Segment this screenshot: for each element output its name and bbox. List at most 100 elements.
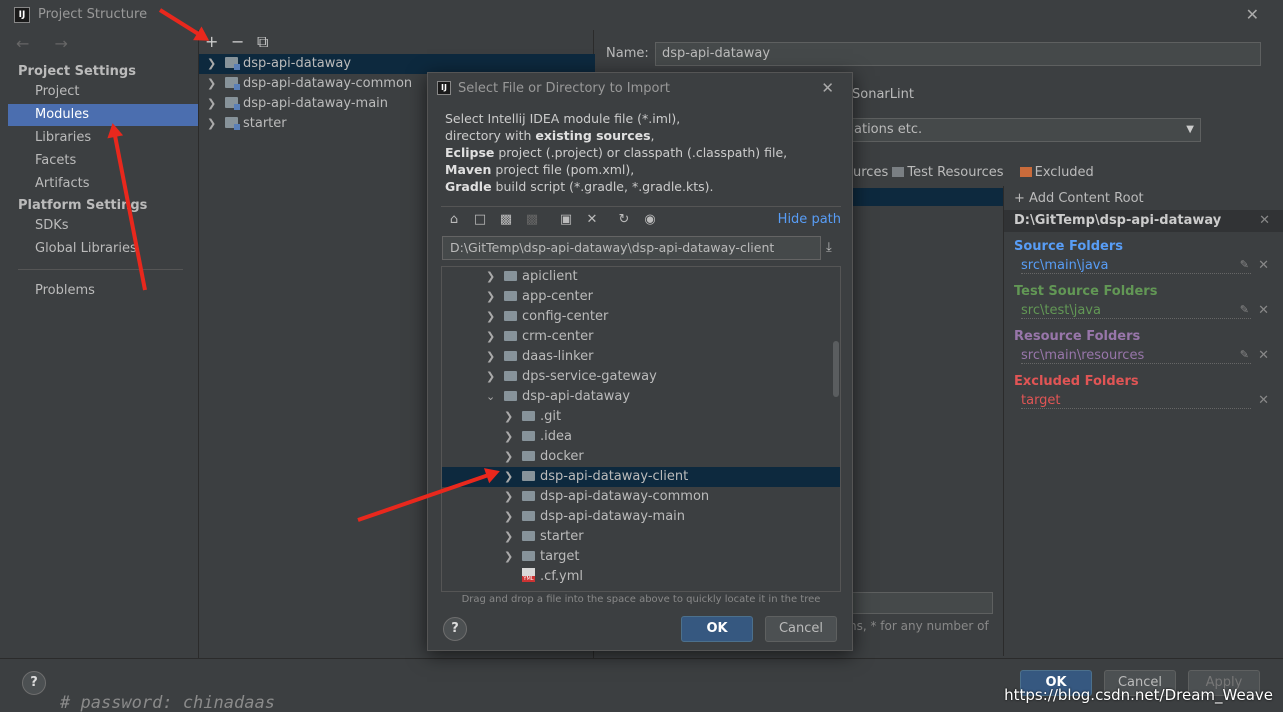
remove-module-icon[interactable]: − <box>231 32 257 51</box>
sidebar-item-project[interactable]: Project <box>8 81 198 103</box>
mark-excluded-button[interactable]: Excluded <box>1035 165 1094 180</box>
dialog-cancel-button[interactable]: Cancel <box>765 616 837 642</box>
chevron-right-icon[interactable]: ❯ <box>504 447 522 467</box>
desktop-icon[interactable]: □ <box>471 212 489 228</box>
mark-sources-label[interactable]: urces <box>853 165 888 180</box>
tree-row[interactable]: ❯ daas-linker <box>442 347 840 367</box>
title-bar: IJ Project Structure ✕ <box>0 0 1283 30</box>
close-icon[interactable]: ✕ <box>821 79 834 97</box>
add-content-root-button[interactable]: + Add Content Root <box>1014 191 1144 206</box>
description-bold: Gradle <box>445 179 492 194</box>
tree-row[interactable]: ❯ docker <box>442 447 840 467</box>
new-folder-icon[interactable]: ▣ <box>557 212 575 228</box>
sidebar-item-libraries[interactable]: Libraries <box>8 127 198 149</box>
tree-row[interactable]: ❯ dps-service-gateway <box>442 367 840 387</box>
chevron-right-icon[interactable]: ❯ <box>504 467 522 487</box>
sidebar-item-facets[interactable]: Facets <box>8 150 198 172</box>
sidebar-item-problems[interactable]: Problems <box>8 280 198 302</box>
chevron-right-icon[interactable]: ❯ <box>207 54 225 74</box>
module-name: dsp-api-dataway <box>243 56 352 71</box>
folder-icon <box>522 491 535 501</box>
tree-row[interactable]: ❯ dsp-api-dataway-common <box>442 487 840 507</box>
sidebar-item-sdks[interactable]: SDKs <box>8 215 198 237</box>
tree-row[interactable]: .cf.yml <box>442 567 840 587</box>
chevron-right-icon[interactable]: ❯ <box>486 327 504 347</box>
folder-icon <box>504 391 517 401</box>
edit-icon[interactable]: ✎ <box>1240 303 1249 316</box>
chevron-down-icon[interactable]: ⌄ <box>486 387 504 407</box>
chevron-right-icon[interactable]: ❯ <box>207 114 225 134</box>
dialog-help-button[interactable]: ? <box>443 617 467 641</box>
sidebar-item-modules[interactable]: Modules <box>8 104 198 126</box>
module-name: dsp-api-dataway-main <box>243 96 389 111</box>
sidebar-item-artifacts[interactable]: Artifacts <box>8 173 198 195</box>
chevron-right-icon[interactable]: ❯ <box>486 367 504 387</box>
chevron-right-icon[interactable]: ❯ <box>486 307 504 327</box>
module-row[interactable]: ❯ dsp-api-dataway <box>199 54 595 74</box>
hide-path-link[interactable]: Hide path <box>778 212 841 227</box>
description-line: Select Intellij IDEA module file (*.iml)… <box>445 111 681 126</box>
remove-root-icon[interactable]: ✕ <box>1259 210 1270 232</box>
edit-icon[interactable]: ✎ <box>1240 348 1249 361</box>
delete-icon[interactable]: ✕ <box>583 212 601 228</box>
description-text: project file (pom.xml), <box>491 162 635 177</box>
show-hidden-icon[interactable]: ◉ <box>641 212 659 228</box>
edit-icon[interactable]: ✎ <box>1240 258 1249 271</box>
module-name-input[interactable]: dsp-api-dataway <box>655 42 1261 66</box>
chevron-right-icon[interactable]: ❯ <box>504 527 522 547</box>
mark-test-resources-button[interactable]: Test Resources <box>907 165 1003 180</box>
tree-row[interactable]: ❯ apiclient <box>442 267 840 287</box>
tree-row[interactable]: ❯ config-center <box>442 307 840 327</box>
chevron-right-icon[interactable]: ❯ <box>486 347 504 367</box>
home-icon[interactable]: ⌂ <box>445 212 463 228</box>
remove-folder-icon[interactable]: ✕ <box>1258 393 1269 408</box>
tree-row[interactable]: ❯ .git <box>442 407 840 427</box>
chevron-right-icon[interactable]: ❯ <box>504 507 522 527</box>
excluded-folder-path: target <box>1021 393 1251 409</box>
chevron-right-icon[interactable]: ❯ <box>207 74 225 94</box>
sidebar-item-global-libraries[interactable]: Global Libraries <box>8 238 198 260</box>
chevron-right-icon[interactable]: ❯ <box>504 407 522 427</box>
chevron-right-icon[interactable]: ❯ <box>504 427 522 447</box>
chevron-right-icon[interactable]: ❯ <box>486 267 504 287</box>
content-tree-selection[interactable] <box>849 188 1003 206</box>
tree-scrollbar[interactable] <box>833 341 839 397</box>
chevron-right-icon[interactable]: ❯ <box>504 547 522 567</box>
help-button[interactable]: ? <box>22 671 46 695</box>
back-forward-arrows[interactable]: ← → <box>16 34 78 53</box>
resource-folders-header: Resource Folders <box>1014 329 1141 344</box>
project-folder-icon[interactable]: ▩ <box>497 212 515 228</box>
tree-row[interactable]: ❯ .idea <box>442 427 840 447</box>
refresh-icon[interactable]: ↻ <box>615 212 633 228</box>
tree-row[interactable]: ❯ starter <box>442 527 840 547</box>
module-folder-icon <box>225 97 240 110</box>
tree-row[interactable]: ❯ crm-center <box>442 327 840 347</box>
chevron-right-icon[interactable]: ❯ <box>486 287 504 307</box>
project-structure-window: IJ Project Structure ✕ ← → Project Setti… <box>0 0 1283 712</box>
folder-icon <box>522 551 535 561</box>
copy-module-icon[interactable]: ⧉ <box>257 32 283 52</box>
tree-row[interactable]: ❯ target <box>442 547 840 567</box>
remove-folder-icon[interactable]: ✕ <box>1258 348 1269 363</box>
chevron-right-icon[interactable]: ❯ <box>504 487 522 507</box>
download-icon[interactable]: ⤓ <box>826 240 832 255</box>
file-chooser-toolbar: ⌂ □ ▩ ▩ ▣ ✕ ↻ ◉ Hide path <box>441 206 841 232</box>
chevron-right-icon[interactable]: ❯ <box>207 94 225 114</box>
tree-row[interactable]: ❯ dsp-api-dataway-main <box>442 507 840 527</box>
description-line: directory with existing sources, <box>445 127 845 144</box>
mark-as-toolbar: urces Test Resources Excluded <box>853 165 1094 180</box>
exclude-pattern-input[interactable] <box>849 592 993 614</box>
tab-sonarlint[interactable]: SonarLint <box>852 87 914 102</box>
tree-row[interactable]: ⌄ dsp-api-dataway <box>442 387 840 407</box>
module-name: dsp-api-dataway-common <box>243 76 413 91</box>
folder-icon <box>522 431 535 441</box>
close-icon[interactable]: ✕ <box>1246 5 1259 24</box>
remove-folder-icon[interactable]: ✕ <box>1258 258 1269 273</box>
path-input[interactable]: D:\GitTemp\dsp-api-dataway\dsp-api-dataw… <box>442 236 821 260</box>
language-level-combo[interactable]: ations etc. ▼ <box>845 118 1201 142</box>
tree-row[interactable]: ❯ app-center <box>442 287 840 307</box>
module-folder-icon[interactable]: ▩ <box>523 212 541 228</box>
remove-folder-icon[interactable]: ✕ <box>1258 303 1269 318</box>
dialog-ok-button[interactable]: OK <box>681 616 753 642</box>
folder-icon <box>504 291 517 301</box>
